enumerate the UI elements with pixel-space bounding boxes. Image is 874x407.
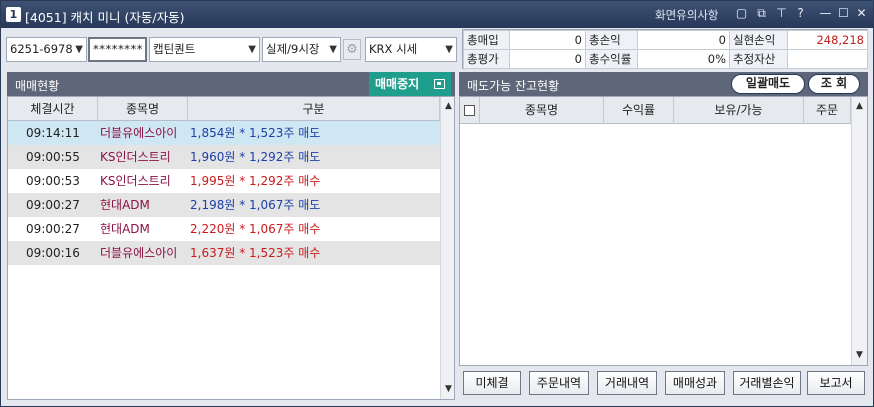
- col-holding[interactable]: 보유/가능: [674, 97, 804, 124]
- report-button[interactable]: 보고서: [807, 371, 865, 395]
- balance-header: 매도가능 잔고현황 일괄매도 조 회: [459, 72, 868, 96]
- account-value: 6251-6978: [10, 42, 73, 56]
- exec-time: 09:00:55: [26, 150, 80, 164]
- unfilled-button[interactable]: 미체결: [463, 371, 521, 395]
- market-select[interactable]: KRX 시세 ▼: [365, 37, 457, 62]
- total-pnl-label: 총손익: [585, 30, 638, 50]
- trade-row[interactable]: 09:00:53 KS인더스트리 1,995원 * 1,292주 매수: [8, 169, 440, 193]
- total-eval-label: 총평가: [463, 49, 510, 69]
- trade-row[interactable]: 09:00:16 더블유에스아이 1,637원 * 1,523주 매수: [8, 241, 440, 265]
- order-history-button[interactable]: 주문내역: [529, 371, 589, 395]
- col-stock-name[interactable]: 종목명: [98, 97, 188, 121]
- query-button[interactable]: 조 회: [808, 74, 860, 94]
- stock-name: 더블유에스아이: [100, 246, 178, 260]
- select-all-cell: [460, 97, 480, 124]
- trade-grid: 체결시간 종목명 구분 09:14:11 더블유에스아이 1,854원 * 1,52…: [7, 96, 455, 400]
- trade-detail: 1,960원 * 1,292주 매도: [190, 150, 321, 164]
- stop-trading-label: 매매중지: [375, 77, 420, 91]
- chevron-down-icon: ▼: [248, 44, 256, 55]
- catch-mini-window: 1 [4051] 캐치 미니 (자동/자동) 화면유의사항 ▢ ⧉ ⊤ ? — …: [0, 0, 874, 407]
- stock-name: KS인더스트리: [100, 150, 171, 164]
- maximize-icon[interactable]: ☐: [837, 7, 850, 20]
- trade-detail: 1,854원 * 1,523주 매도: [190, 126, 321, 140]
- mode-value: 실제/9시장: [266, 42, 320, 56]
- balance-grid-header: 종목명 수익률 보유/가능 주문: [460, 97, 851, 124]
- pin-icon[interactable]: ⊤: [775, 7, 788, 20]
- account-select[interactable]: 6251-6978 ▼: [6, 37, 87, 62]
- market-value: KRX 시세: [369, 42, 418, 56]
- trade-performance-button[interactable]: 매매성과: [665, 371, 725, 395]
- trade-row[interactable]: 09:00:27 현대ADM 2,220원 * 1,067주 매수: [8, 217, 440, 241]
- col-exec-time[interactable]: 체결시간: [8, 97, 98, 121]
- stop-trading-button[interactable]: 매매중지: [369, 72, 451, 96]
- trade-detail: 1,637원 * 1,523주 매수: [190, 246, 321, 260]
- trade-row[interactable]: 09:00:55 KS인더스트리 1,960원 * 1,292주 매도: [8, 145, 440, 169]
- trade-detail: 2,198원 * 1,067주 매도: [190, 198, 321, 212]
- estimated-assets-value: [787, 49, 868, 69]
- mode-select[interactable]: 실제/9시장 ▼: [262, 37, 341, 62]
- help-icon[interactable]: ?: [794, 7, 807, 20]
- minimize-icon[interactable]: —: [819, 7, 832, 20]
- col-order[interactable]: 주문: [804, 97, 851, 124]
- screen-number-icon: 1: [6, 7, 21, 22]
- scroll-up-icon[interactable]: ▲: [852, 99, 867, 114]
- trade-row[interactable]: 09:00:27 현대ADM 2,198원 * 1,067주 매도: [8, 193, 440, 217]
- balance-title: 매도가능 잔고현황: [467, 79, 560, 93]
- strategy-value: 캡틴퀀트: [153, 42, 196, 56]
- stock-name: 현대ADM: [100, 198, 150, 212]
- close-icon[interactable]: ✕: [855, 7, 868, 20]
- stock-name: 더블유에스아이: [100, 126, 178, 140]
- layout-icon[interactable]: ▢: [735, 7, 748, 20]
- chevron-down-icon: ▼: [329, 44, 337, 55]
- select-all-checkbox[interactable]: [464, 105, 475, 116]
- realized-pnl-label: 실현손익: [729, 30, 788, 50]
- col-return-rate[interactable]: 수익률: [604, 97, 674, 124]
- trade-status-header: 매매현황 매매중지: [7, 72, 455, 96]
- trade-detail: 2,220원 * 1,067주 매수: [190, 222, 321, 236]
- trade-detail: 1,995원 * 1,292주 매수: [190, 174, 321, 188]
- exec-time: 09:00:27: [26, 222, 80, 236]
- total-return-label: 총수익률: [585, 49, 638, 69]
- trade-row[interactable]: 09:14:11 더블유에스아이 1,854원 * 1,523주 매도: [8, 121, 440, 145]
- col-balance-stock[interactable]: 종목명: [480, 97, 604, 124]
- exec-time: 09:00:53: [26, 174, 80, 188]
- scroll-up-icon[interactable]: ▲: [441, 99, 454, 114]
- account-summary: 총매입 0 총손익 0 실현손익 248,218 총평가 0 총수익률 0% 추…: [462, 29, 868, 69]
- trade-status-title: 매매현황: [15, 79, 60, 93]
- strategy-select[interactable]: 캡틴퀀트 ▼: [149, 37, 260, 62]
- trade-scrollbar[interactable]: ▲ ▼: [440, 97, 454, 399]
- stock-name: 현대ADM: [100, 222, 150, 236]
- realized-pnl-value: 248,218: [787, 30, 868, 50]
- total-buy-label: 총매입: [463, 30, 510, 50]
- exec-time: 09:00:27: [26, 198, 80, 212]
- password-field[interactable]: ********: [88, 37, 147, 62]
- chevron-down-icon: ▼: [75, 44, 83, 55]
- scroll-down-icon[interactable]: ▼: [441, 382, 454, 397]
- settings-gear-icon[interactable]: ⚙: [343, 39, 361, 60]
- estimated-assets-label: 추정자산: [729, 49, 788, 69]
- stop-square-icon: [434, 79, 445, 89]
- total-pnl-value: 0: [637, 30, 730, 50]
- sell-all-button[interactable]: 일괄매도: [731, 74, 805, 94]
- exec-time: 09:00:16: [26, 246, 80, 260]
- trade-history-button[interactable]: 거래내역: [597, 371, 657, 395]
- stock-name: KS인더스트리: [100, 174, 171, 188]
- screen-notice-link[interactable]: 화면유의사항: [655, 7, 718, 23]
- title-bar: 1 [4051] 캐치 미니 (자동/자동) 화면유의사항 ▢ ⧉ ⊤ ? — …: [1, 1, 873, 28]
- trade-grid-header: 체결시간 종목명 구분: [8, 97, 440, 121]
- copy-window-icon[interactable]: ⧉: [755, 7, 768, 20]
- total-buy-value: 0: [509, 30, 586, 50]
- total-eval-value: 0: [509, 49, 586, 69]
- pnl-by-trade-button[interactable]: 거래별손익: [733, 371, 801, 395]
- balance-grid: 종목명 수익률 보유/가능 주문 ▲ ▼: [459, 96, 868, 366]
- window-title: [4051] 캐치 미니 (자동/자동): [25, 10, 185, 25]
- scroll-down-icon[interactable]: ▼: [852, 348, 867, 363]
- total-return-value: 0%: [637, 49, 730, 69]
- exec-time: 09:14:11: [26, 126, 80, 140]
- chevron-down-icon: ▼: [445, 44, 453, 55]
- col-type[interactable]: 구분: [188, 97, 440, 121]
- balance-scrollbar[interactable]: ▲ ▼: [851, 97, 867, 365]
